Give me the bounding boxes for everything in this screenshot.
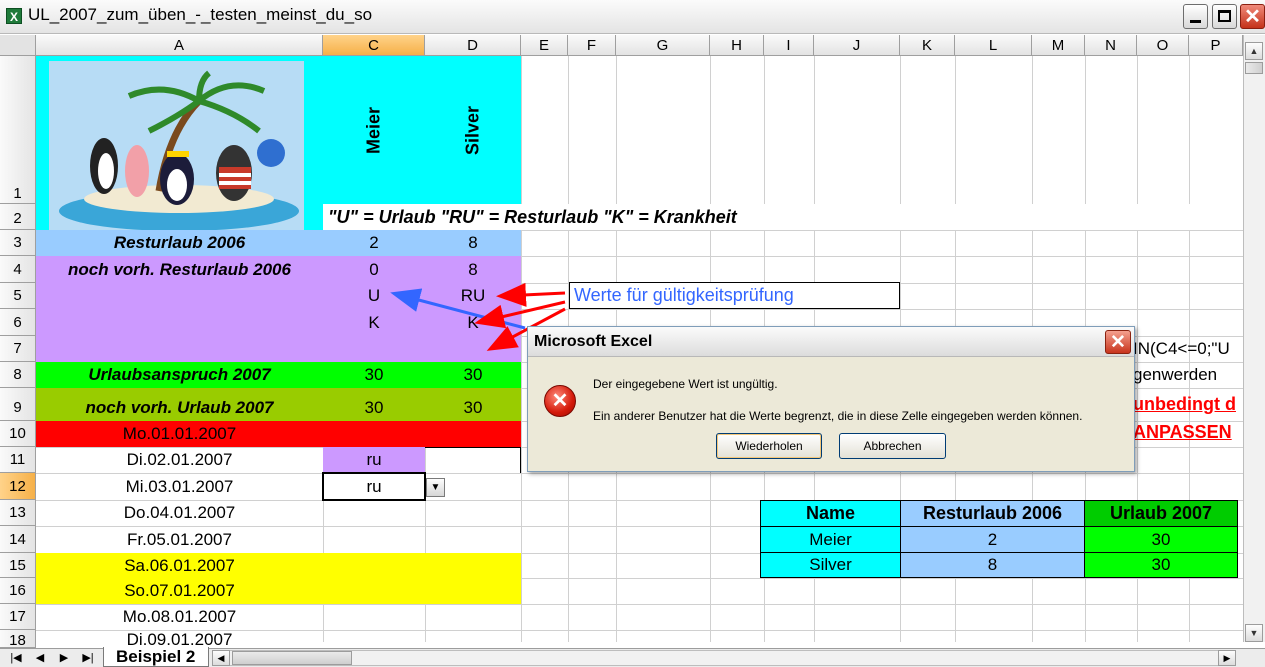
chevron-up-icon: ▲ (1249, 46, 1259, 56)
chevron-right-icon: ▶ (1223, 653, 1231, 663)
horizontal-scroll-thumb[interactable] (232, 651, 352, 665)
chevron-left-icon: ◀ (217, 653, 225, 663)
error-icon: ✕ (544, 385, 576, 417)
error-dialog: Microsoft Excel ✕ ✕ Der eingegebene Wert… (527, 326, 1135, 472)
dialog-message-line2: Ein anderer Benutzer hat die Werte begre… (593, 409, 1083, 423)
scroll-right-button[interactable]: ▶ (1218, 650, 1236, 666)
first-icon: |◀ (10, 652, 22, 664)
dialog-message-line1: Der eingegebene Wert ist ungültig. (593, 377, 778, 391)
horizontal-scrollbar[interactable] (212, 650, 1232, 666)
blue-arrow (390, 288, 526, 330)
last-icon: ▶| (82, 652, 94, 664)
dialog-title: Microsoft Excel (534, 333, 653, 350)
chevron-down-icon: ▼ (1249, 628, 1259, 638)
dialog-close-button[interactable]: ✕ (1105, 330, 1131, 354)
scroll-thumb[interactable] (1245, 62, 1263, 74)
red-arrow (474, 300, 566, 329)
scroll-left-button[interactable]: ◀ (212, 650, 230, 666)
retry-button[interactable]: Wiederholen (716, 433, 822, 459)
first-sheet-button[interactable]: |◀ (6, 650, 26, 666)
dialog-titlebar: Microsoft Excel ✕ (528, 327, 1134, 357)
next-icon: ▶ (59, 652, 69, 664)
scroll-down-button[interactable]: ▼ (1245, 624, 1263, 642)
prev-sheet-button[interactable]: ◀ (30, 650, 50, 666)
last-sheet-button[interactable]: ▶| (78, 650, 98, 666)
sheet-tab-beispiel[interactable]: Beispiel 2 (103, 647, 209, 667)
scroll-up-button[interactable]: ▲ (1245, 42, 1263, 60)
next-sheet-button[interactable]: ▶ (54, 650, 74, 666)
vertical-scrollbar[interactable] (1243, 35, 1265, 642)
red-arrow (496, 282, 566, 307)
cancel-button[interactable]: Abbrechen (839, 433, 946, 459)
prev-icon: ◀ (35, 652, 45, 664)
close-icon: ✕ (1110, 332, 1126, 353)
